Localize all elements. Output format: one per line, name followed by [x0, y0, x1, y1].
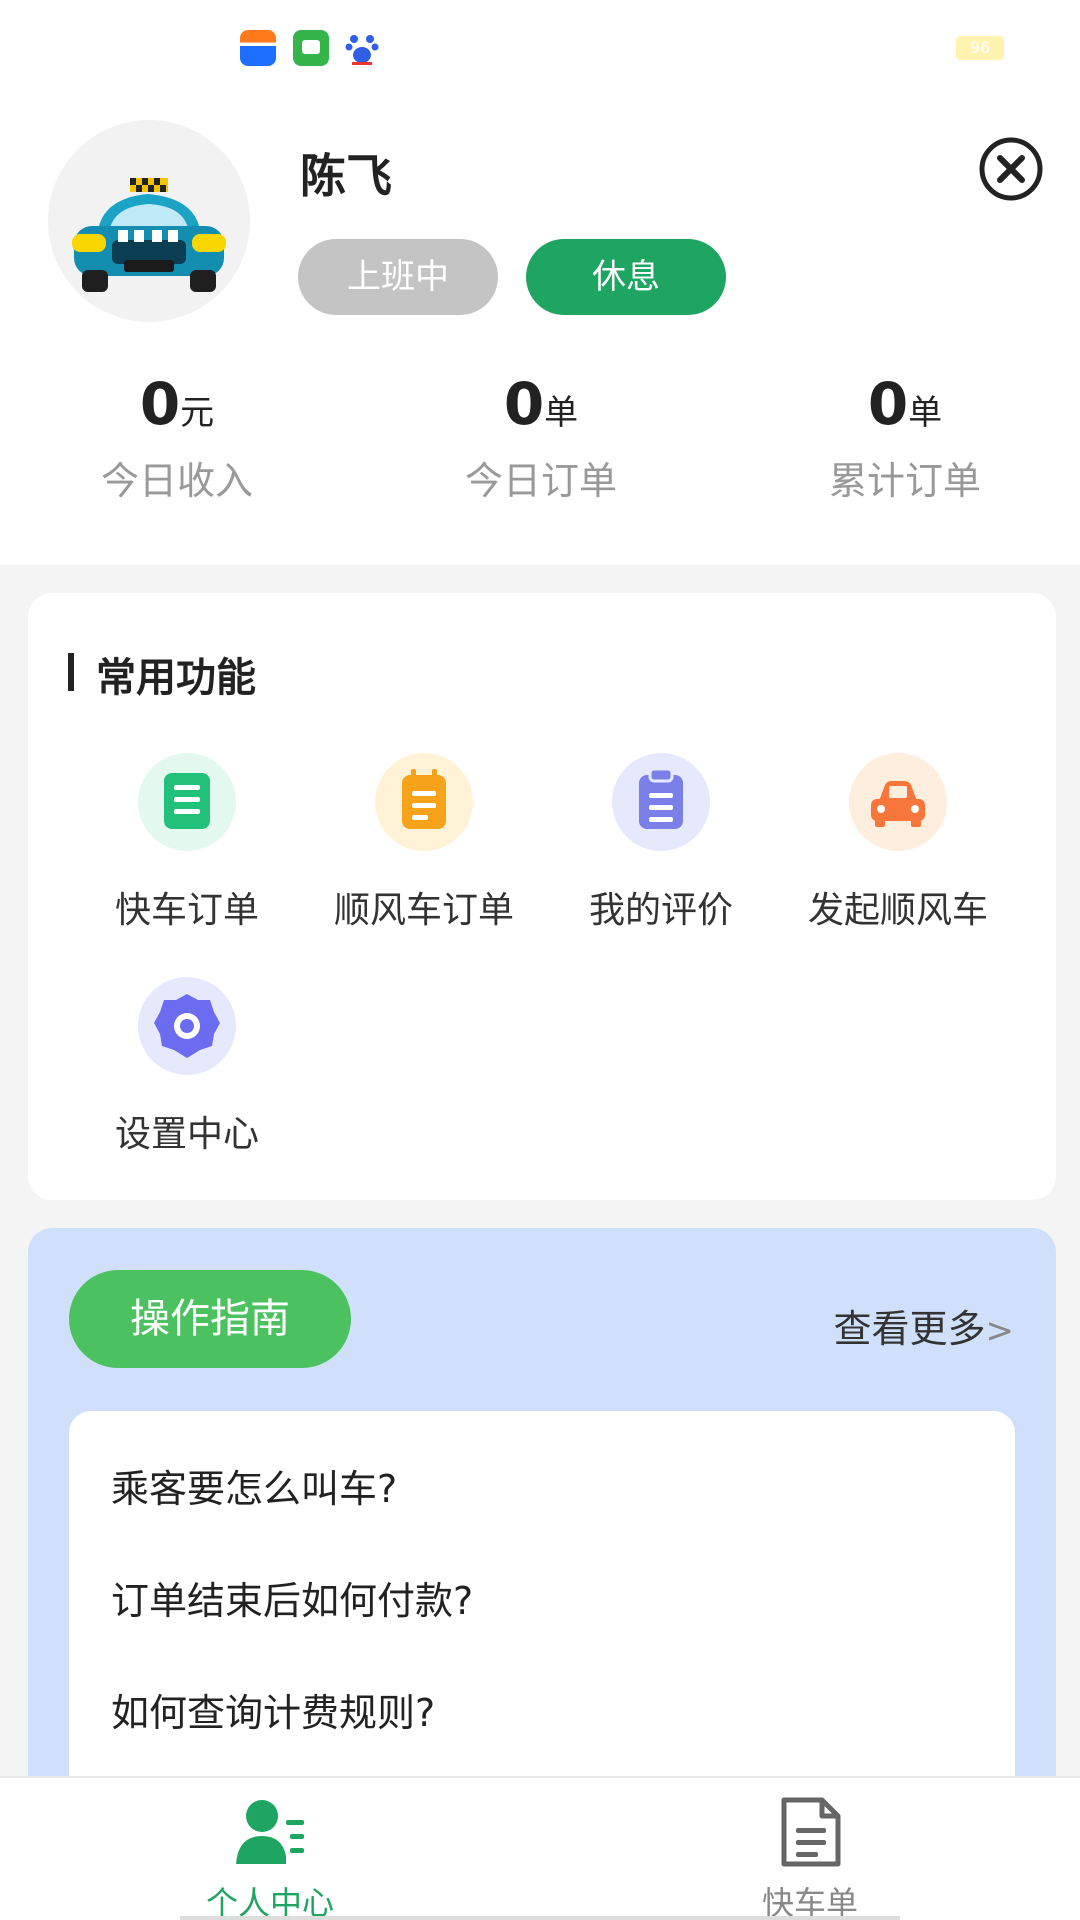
car-icon: [849, 753, 947, 851]
order-list-icon: [138, 753, 236, 851]
home-indicator-segment: [660, 1916, 900, 1920]
bottom-nav: 个人中心 快车单: [0, 1776, 1080, 1920]
rest-button[interactable]: 休息: [526, 239, 726, 315]
notepad-icon: [375, 753, 473, 851]
baidu-app-icon: [344, 30, 380, 66]
battery-indicator: 96: [956, 36, 1004, 60]
stat-today-orders[interactable]: 0单 今日订单: [391, 370, 691, 505]
home-indicator-segment: [180, 1916, 420, 1920]
driver-name: 陈飞: [300, 149, 392, 203]
nav-personal-center[interactable]: 个人中心: [120, 1796, 420, 1920]
guide-button[interactable]: 操作指南: [69, 1270, 351, 1368]
profile-header: 陈飞 上班中 休息 0元 今日收入 0单 今日订单 0单 累计订单: [0, 100, 1080, 565]
guide-item[interactable]: 乘客要怎么叫车?: [69, 1456, 1015, 1568]
on-duty-button[interactable]: 上班中: [298, 239, 498, 315]
section-title: 常用功能: [68, 645, 256, 703]
func-express-orders[interactable]: 快车订单: [72, 753, 302, 933]
person-list-icon: [236, 1800, 304, 1864]
func-label: 快车订单: [114, 890, 259, 931]
avatar[interactable]: [48, 120, 250, 322]
func-start-carpool[interactable]: 发起顺风车: [783, 753, 1013, 933]
func-label: 顺风车订单: [333, 890, 514, 931]
stat-unit: 单: [908, 393, 943, 433]
nav-label: 快车单: [761, 1884, 858, 1920]
home-indicator-segment: [420, 1916, 660, 1920]
common-functions-card: 常用功能 快车订单 顺风车订单 我的评价 发起顺风车 设置中心: [28, 593, 1056, 1200]
stat-label: 累计订单: [828, 459, 981, 503]
stat-label: 今日订单: [464, 459, 617, 503]
stat-today-income[interactable]: 0元 今日收入: [27, 370, 327, 505]
nav-express-orders[interactable]: 快车单: [660, 1796, 960, 1920]
func-carpool-orders[interactable]: 顺风车订单: [309, 753, 539, 933]
stat-value: 0: [139, 370, 181, 438]
gear-icon: [138, 977, 236, 1075]
taxi-car-icon: [72, 178, 226, 292]
stat-total-orders[interactable]: 0单 累计订单: [755, 370, 1055, 505]
func-settings-center[interactable]: 设置中心: [72, 977, 302, 1157]
view-more-label: 查看更多: [833, 1307, 986, 1351]
clipboard-icon: [612, 753, 710, 851]
guide-item[interactable]: 订单结束后如何付款?: [69, 1568, 1015, 1680]
func-my-reviews[interactable]: 我的评价: [546, 753, 776, 933]
messages-app-icon: [293, 30, 329, 66]
func-label: 发起顺风车: [807, 890, 988, 931]
stat-unit: 元: [180, 393, 215, 433]
status-bar: 96: [0, 0, 1080, 100]
close-button[interactable]: [978, 136, 1044, 202]
func-label: 我的评价: [588, 890, 733, 931]
stat-value: 0: [867, 370, 909, 438]
stat-unit: 单: [544, 393, 579, 433]
view-more-link[interactable]: 查看更多>: [833, 1298, 1014, 1353]
close-icon: [979, 137, 1043, 201]
screen: 96 陈飞 上班中 休息 0元 今日收入 0单 今日订单 0单 累计订单 常用功…: [0, 0, 1080, 1920]
wallet-app-icon: [240, 30, 276, 66]
func-label: 设置中心: [114, 1114, 259, 1155]
stat-value: 0: [503, 370, 545, 438]
stat-label: 今日收入: [100, 459, 253, 503]
nav-label: 个人中心: [205, 1884, 334, 1920]
chevron-right-icon: >: [985, 1311, 1015, 1351]
document-icon: [781, 1797, 841, 1867]
stats-row: 0元 今日收入 0单 今日订单 0单 累计订单: [0, 370, 1080, 520]
